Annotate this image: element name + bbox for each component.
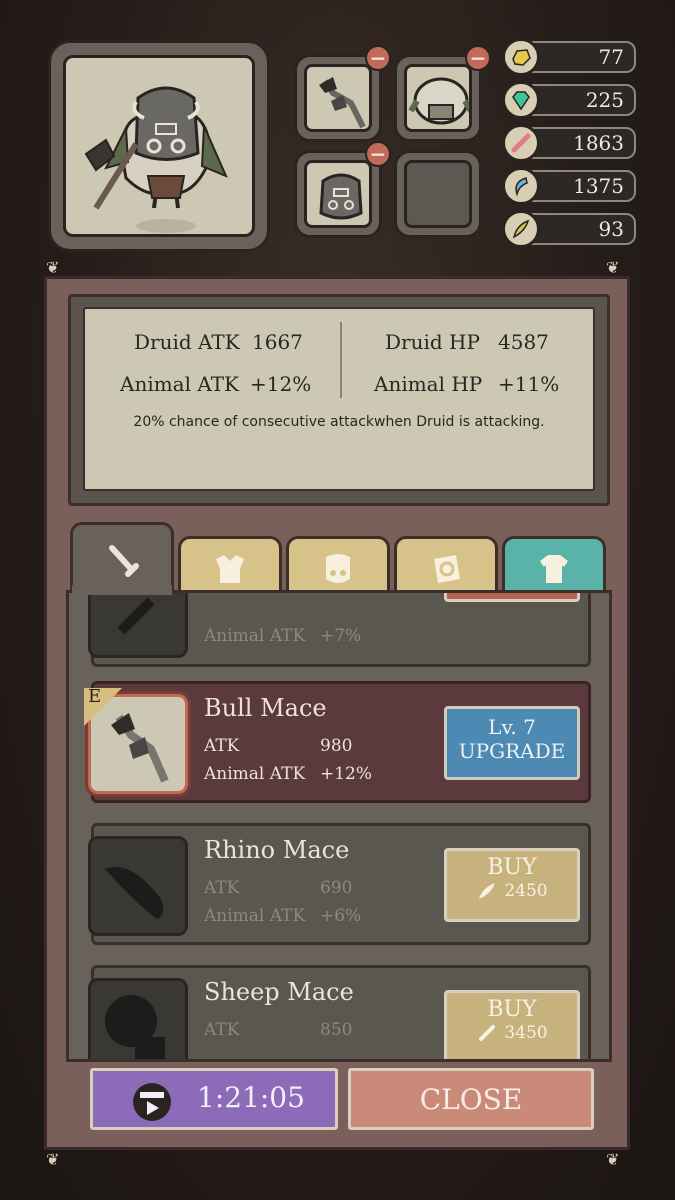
item-name: Rhino Mace xyxy=(204,836,350,864)
character-portrait[interactable] xyxy=(48,40,270,252)
mace-icon xyxy=(304,64,372,132)
gem-icon xyxy=(502,81,540,119)
resource-claw-value: 1375 xyxy=(573,174,624,198)
armor-icon xyxy=(216,554,244,583)
list-item-rhino-mace[interactable]: Rhino Mace ATK 690 Animal ATK +6% BUY 24… xyxy=(88,823,591,945)
item-stat-value: +7% xyxy=(320,626,362,646)
item-animal-atk-label: Animal ATK xyxy=(204,764,306,784)
resource-bone: 1863 xyxy=(502,124,636,162)
timer-label: 1:21:05 xyxy=(197,1081,305,1114)
tab-weapon[interactable] xyxy=(70,522,174,594)
druid-atk-value: 1667 xyxy=(252,330,303,354)
sheep-mace-silhouette-icon xyxy=(88,978,188,1059)
buy-button[interactable]: BUY 2450 xyxy=(444,848,580,922)
item-atk-label: ATK xyxy=(204,736,240,756)
item-list[interactable]: Animal ATK +7% E Bull Mace ATK 980 Anima… xyxy=(66,590,612,1062)
upgrade-button[interactable]: Lv. 7 UPGRADE xyxy=(444,706,580,780)
resource-feather-value: 93 xyxy=(598,217,624,241)
weapon-icon xyxy=(109,544,139,577)
equip-slot-empty[interactable] xyxy=(394,150,482,238)
locked-item-icon xyxy=(88,593,188,658)
item-name: Bull Mace xyxy=(204,694,327,722)
animal-atk-label: Animal ATK xyxy=(120,372,239,396)
druid-character-icon xyxy=(63,55,255,237)
druid-atk-label: Druid ATK xyxy=(134,330,240,354)
buy-price: 3450 xyxy=(504,1023,548,1043)
animal-atk-value: +12% xyxy=(250,372,312,396)
panel-corner-ornament: ❦ xyxy=(46,1150,60,1169)
tab-mask[interactable] xyxy=(286,536,390,598)
bone-icon xyxy=(479,1025,496,1041)
buy-label: BUY xyxy=(487,997,537,1022)
tab-tattoo[interactable] xyxy=(394,536,498,598)
stats-box xyxy=(68,294,610,506)
resource-gold: 77 xyxy=(502,38,636,76)
equip-slot-weapon[interactable]: − xyxy=(294,45,391,142)
tab-shirt[interactable] xyxy=(502,536,606,598)
item-stat-label: Animal ATK xyxy=(204,626,306,646)
item-atk-value: 850 xyxy=(320,1020,353,1040)
feather-icon xyxy=(479,883,496,899)
resource-gem-value: 225 xyxy=(585,88,624,112)
panel-corner-ornament: ❦ xyxy=(606,258,620,277)
unequip-button[interactable]: − xyxy=(465,45,491,71)
feather-icon xyxy=(502,210,540,248)
rhino-mace-silhouette-icon xyxy=(88,836,188,936)
tab-armor[interactable] xyxy=(178,536,282,598)
equip-slot-mask[interactable]: − xyxy=(294,141,391,238)
upgrade-label: UPGRADE xyxy=(458,739,566,763)
unequip-button[interactable]: − xyxy=(365,141,391,167)
druid-hp-value: 4587 xyxy=(498,330,549,354)
resource-bone-value: 1863 xyxy=(573,131,624,155)
resource-gold-value: 77 xyxy=(598,45,624,69)
upgrade-level: Lv. 7 xyxy=(488,715,536,739)
resource-claw: 1375 xyxy=(502,167,636,205)
equipped-letter: E xyxy=(88,686,102,707)
list-item-bull-mace[interactable]: E Bull Mace ATK 980 Animal ATK +12% Lv. … xyxy=(84,681,591,803)
buy-button[interactable]: BUY 3450 xyxy=(444,990,580,1059)
equip-slot-body[interactable]: − xyxy=(394,45,491,142)
buy-button[interactable] xyxy=(444,593,580,602)
video-ad-icon xyxy=(133,1083,171,1121)
animal-hp-label: Animal HP xyxy=(374,372,483,396)
close-button[interactable]: CLOSE xyxy=(348,1068,594,1130)
item-animal-atk-value: +6% xyxy=(320,906,362,926)
resource-gem: 225 xyxy=(502,81,636,119)
boar-mask-icon xyxy=(304,160,372,228)
panel-corner-ornament: ❦ xyxy=(46,258,60,277)
item-name: Sheep Mace xyxy=(204,978,354,1006)
list-item-sheep-mace[interactable]: Sheep Mace ATK 850 BUY 3450 xyxy=(88,965,591,1059)
stat-description: 20% chance of consecutive attackwhen Dru… xyxy=(133,414,545,430)
panel-corner-ornament: ❦ xyxy=(606,1150,620,1169)
claw-icon xyxy=(502,167,540,205)
unequip-button[interactable]: − xyxy=(365,45,391,71)
bone-icon xyxy=(502,124,540,162)
item-atk-label: ATK xyxy=(204,1020,240,1040)
item-animal-atk-value: +12% xyxy=(320,764,373,784)
stat-divider xyxy=(340,322,342,398)
item-atk-label: ATK xyxy=(204,878,240,898)
item-atk-value: 980 xyxy=(320,736,353,756)
mask-icon xyxy=(326,553,350,583)
item-animal-atk-label: Animal ATK xyxy=(204,906,306,926)
sheep-armor-icon xyxy=(404,64,472,132)
buy-label: BUY xyxy=(487,855,537,880)
animal-hp-value: +11% xyxy=(498,372,560,396)
item-atk-value: 690 xyxy=(320,878,353,898)
druid-hp-label: Druid HP xyxy=(385,330,480,354)
video-timer-button[interactable]: 1:21:05 xyxy=(90,1068,338,1130)
shirt-icon xyxy=(540,554,568,583)
resource-feather: 93 xyxy=(502,210,636,248)
gold-nugget-icon xyxy=(502,38,540,76)
list-item[interactable]: Animal ATK +7% xyxy=(88,593,591,667)
tattoo-icon xyxy=(434,554,460,583)
empty-slot xyxy=(404,160,472,228)
buy-price: 2450 xyxy=(504,881,548,901)
